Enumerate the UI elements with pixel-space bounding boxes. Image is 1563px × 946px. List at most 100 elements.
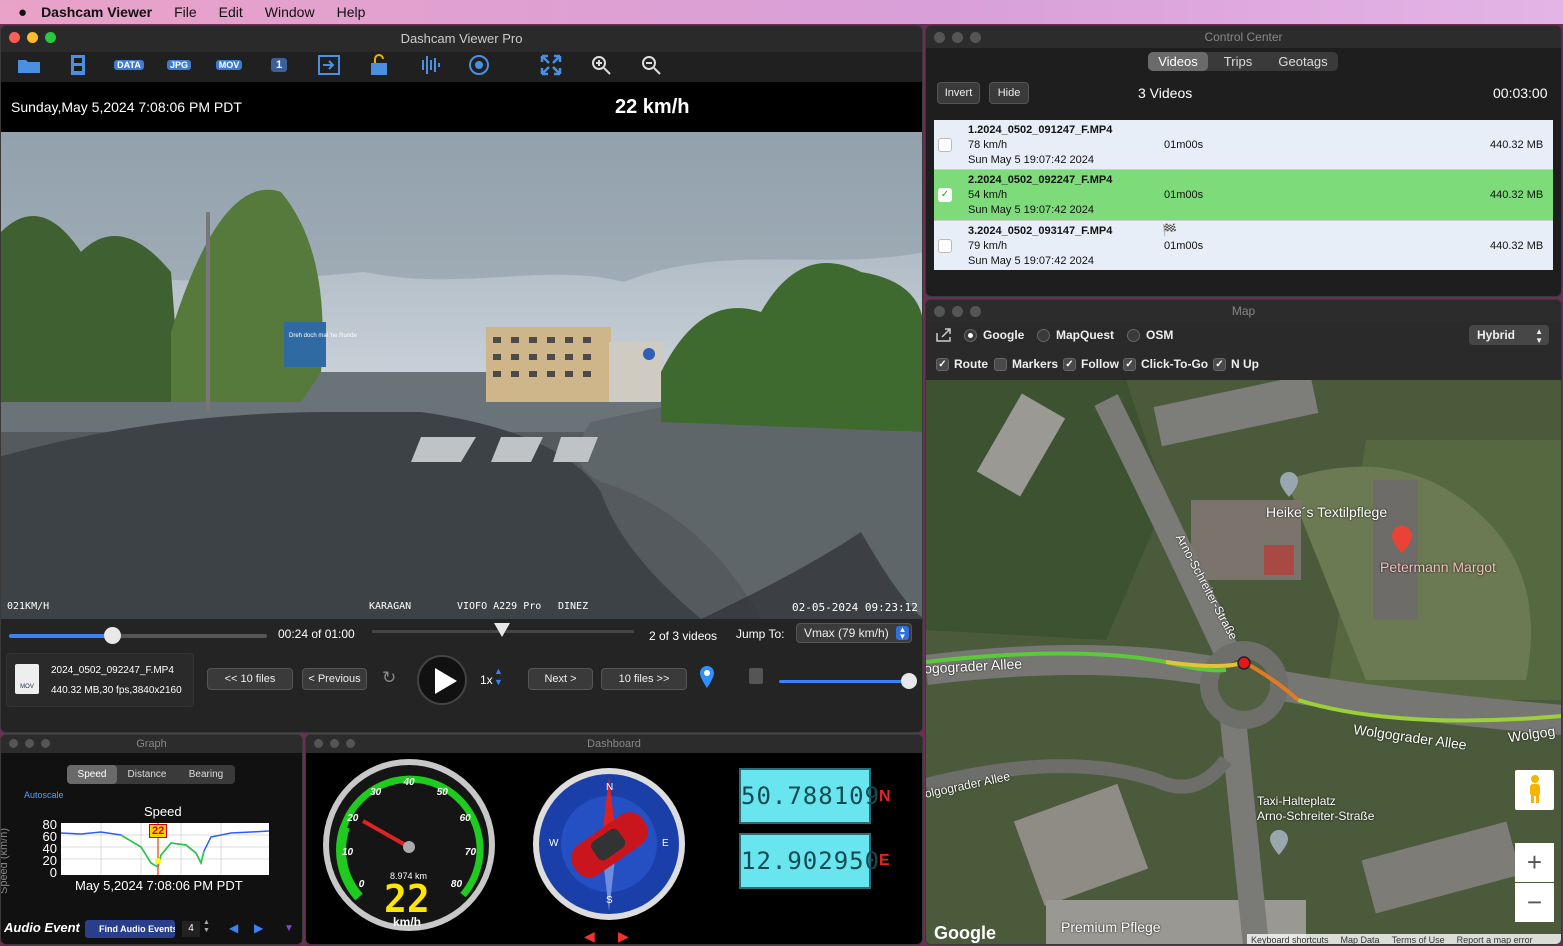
map-type-select[interactable]: Hybrid ▲ ▼ <box>1469 325 1549 345</box>
compass-e: E <box>662 838 669 849</box>
overlay-text-1: KARAGAN <box>369 601 412 612</box>
menu-edit[interactable]: Edit <box>219 4 243 20</box>
playback-rate: 1x <box>480 673 493 687</box>
option-route[interactable]: ✓ Route <box>936 357 988 372</box>
forward-10-files-button[interactable]: 10 files >> <box>601 668 687 690</box>
next-button[interactable]: Next > <box>528 668 593 690</box>
data-export-icon[interactable]: DATA <box>114 52 144 78</box>
audio-waveform-icon[interactable] <box>414 52 444 78</box>
next-arrow-icon[interactable]: ▶ <box>618 928 629 944</box>
video-row-selected[interactable]: ✓ 2.2024_0502_092247_F.MP4 54 km/h Sun M… <box>934 170 1553 220</box>
seek-slider[interactable] <box>9 627 267 644</box>
fine-seek-knob[interactable] <box>494 623 510 637</box>
menu-file[interactable]: File <box>174 4 197 20</box>
rate-stepper[interactable]: ▲ ▼ <box>494 666 503 688</box>
row-filename: 1.2024_0502_091247_F.MP4 <box>968 124 1113 136</box>
jump-to-select[interactable]: Vmax (79 km/h) ▲ ▼ <box>796 623 912 643</box>
single-view-icon[interactable]: 1 <box>264 52 294 78</box>
graph-caption: May 5,2024 7:08:06 PM PDT <box>75 878 243 893</box>
video-row[interactable]: 3.2024_0502_093147_F.MP4 79 km/h Sun May… <box>934 220 1553 270</box>
zoom-out-icon[interactable] <box>636 52 666 78</box>
invert-button[interactable]: Invert <box>937 82 980 104</box>
play-button[interactable] <box>417 655 467 705</box>
open-folder-icon[interactable] <box>14 52 44 78</box>
volume-slider[interactable] <box>779 673 917 689</box>
graph-y-label: Speed (km/h) <box>0 827 11 895</box>
map-pin-icon[interactable] <box>699 665 715 692</box>
option-n-up[interactable]: ✓ N Up <box>1213 357 1259 372</box>
map-data-link[interactable]: Map Data <box>1341 934 1380 944</box>
tab-videos[interactable]: Videos <box>1148 52 1208 71</box>
billboard <box>284 322 326 367</box>
row-checkbox[interactable] <box>938 138 952 152</box>
map-canvas[interactable]: Arno-Schreiter-Straße Heike´s Textilpfle… <box>926 380 1561 944</box>
mov-file-icon: MOV <box>15 664 39 694</box>
provider-google[interactable]: Google <box>964 328 1024 343</box>
street-view-pegman-icon[interactable] <box>1515 770 1554 810</box>
audio-menu-icon[interactable]: ▼ <box>284 923 294 934</box>
seek-knob[interactable] <box>104 627 122 644</box>
video-row[interactable]: 1.2024_0502_091247_F.MP4 78 km/h Sun May… <box>934 120 1553 170</box>
zoom-out-button[interactable]: − <box>1515 883 1554 922</box>
overlay-timestamp: 02-05-2024 09:23:12 <box>792 601 918 614</box>
option-click-to-go[interactable]: ✓ Click-To-Go <box>1123 357 1208 372</box>
control-center-window: Control Center Videos Trips Geotags Inve… <box>925 25 1562 297</box>
zoom-button[interactable] <box>45 32 56 43</box>
jpg-export-icon[interactable]: JPG <box>164 52 194 78</box>
find-audio-events-button[interactable]: Find Audio Events <box>85 920 175 938</box>
tab-speed[interactable]: Speed <box>67 765 117 784</box>
provider-mapquest[interactable]: MapQuest <box>1037 328 1114 343</box>
back-10-files-button[interactable]: << 10 files <box>207 668 293 690</box>
zoom-in-icon[interactable] <box>586 52 616 78</box>
mov-export-icon[interactable]: MOV <box>214 52 244 78</box>
menu-app-name[interactable]: Dashcam Viewer <box>41 4 152 20</box>
speedometer-tick-label: 50 <box>436 786 448 798</box>
zoom-in-button[interactable]: + <box>1515 843 1554 882</box>
window-title: Dashcam Viewer Pro <box>400 31 523 46</box>
share-icon[interactable] <box>936 328 952 345</box>
hide-button[interactable]: Hide <box>989 82 1029 104</box>
close-button[interactable] <box>9 32 20 43</box>
graph-title-bar: Graph <box>1 735 302 753</box>
latitude-direction: N <box>879 788 891 805</box>
tab-trips[interactable]: Trips <box>1208 52 1268 71</box>
speaker-icon[interactable] <box>749 668 763 684</box>
row-speed: 78 km/h <box>968 139 1008 151</box>
option-markers[interactable]: Markers <box>994 357 1058 372</box>
tab-distance[interactable]: Distance <box>117 765 177 784</box>
tab-bearing[interactable]: Bearing <box>177 765 235 784</box>
audio-level-field[interactable]: 4 <box>182 921 200 937</box>
prev-audio-event-icon[interactable]: ◀ <box>229 921 238 935</box>
segmented-tabs: Videos Trips Geotags <box>1148 52 1338 71</box>
apple-icon[interactable]: ● <box>18 4 27 21</box>
fullscreen-icon[interactable] <box>536 52 566 78</box>
prev-arrow-icon[interactable]: ◀ <box>584 928 595 944</box>
filmstrip-icon[interactable] <box>63 52 93 78</box>
map-footer: Keyboard shortcuts Map Data Terms of Use… <box>1247 934 1561 944</box>
speed-unit: km/h <box>393 915 422 929</box>
tab-geotags[interactable]: Geotags <box>1268 52 1338 71</box>
report-error-link[interactable]: Report a map error <box>1457 934 1533 944</box>
minimize-button[interactable] <box>27 32 38 43</box>
next-audio-event-icon[interactable]: ▶ <box>254 921 263 935</box>
keyboard-shortcuts-link[interactable]: Keyboard shortcuts <box>1251 934 1329 944</box>
autoscale-label[interactable]: Autoscale <box>24 790 64 800</box>
row-checkbox[interactable] <box>938 239 952 253</box>
menu-window[interactable]: Window <box>265 4 315 20</box>
target-icon[interactable] <box>464 52 494 78</box>
menu-help[interactable]: Help <box>337 4 366 20</box>
export-icon[interactable] <box>314 52 344 78</box>
rewind-icon[interactable]: ↻ <box>382 668 396 688</box>
audio-level-stepper[interactable]: ▲ ▼ <box>203 919 210 935</box>
previous-button[interactable]: < Previous <box>302 668 367 690</box>
video-list: 1.2024_0502_091247_F.MP4 78 km/h Sun May… <box>934 120 1553 270</box>
option-follow[interactable]: ✓ Follow <box>1063 357 1119 372</box>
videos-count: 2 of 3 videos <box>649 629 718 643</box>
video-frame[interactable]: Dreh doch mal 'ne Runde 021KM/H KARAGAN … <box>1 132 922 619</box>
row-checkbox[interactable]: ✓ <box>938 188 952 202</box>
provider-osm[interactable]: OSM <box>1127 328 1173 343</box>
volume-knob[interactable] <box>901 673 917 689</box>
compass-w: W <box>549 838 559 849</box>
lock-icon[interactable] <box>364 52 394 78</box>
terms-link[interactable]: Terms of Use <box>1392 934 1445 944</box>
